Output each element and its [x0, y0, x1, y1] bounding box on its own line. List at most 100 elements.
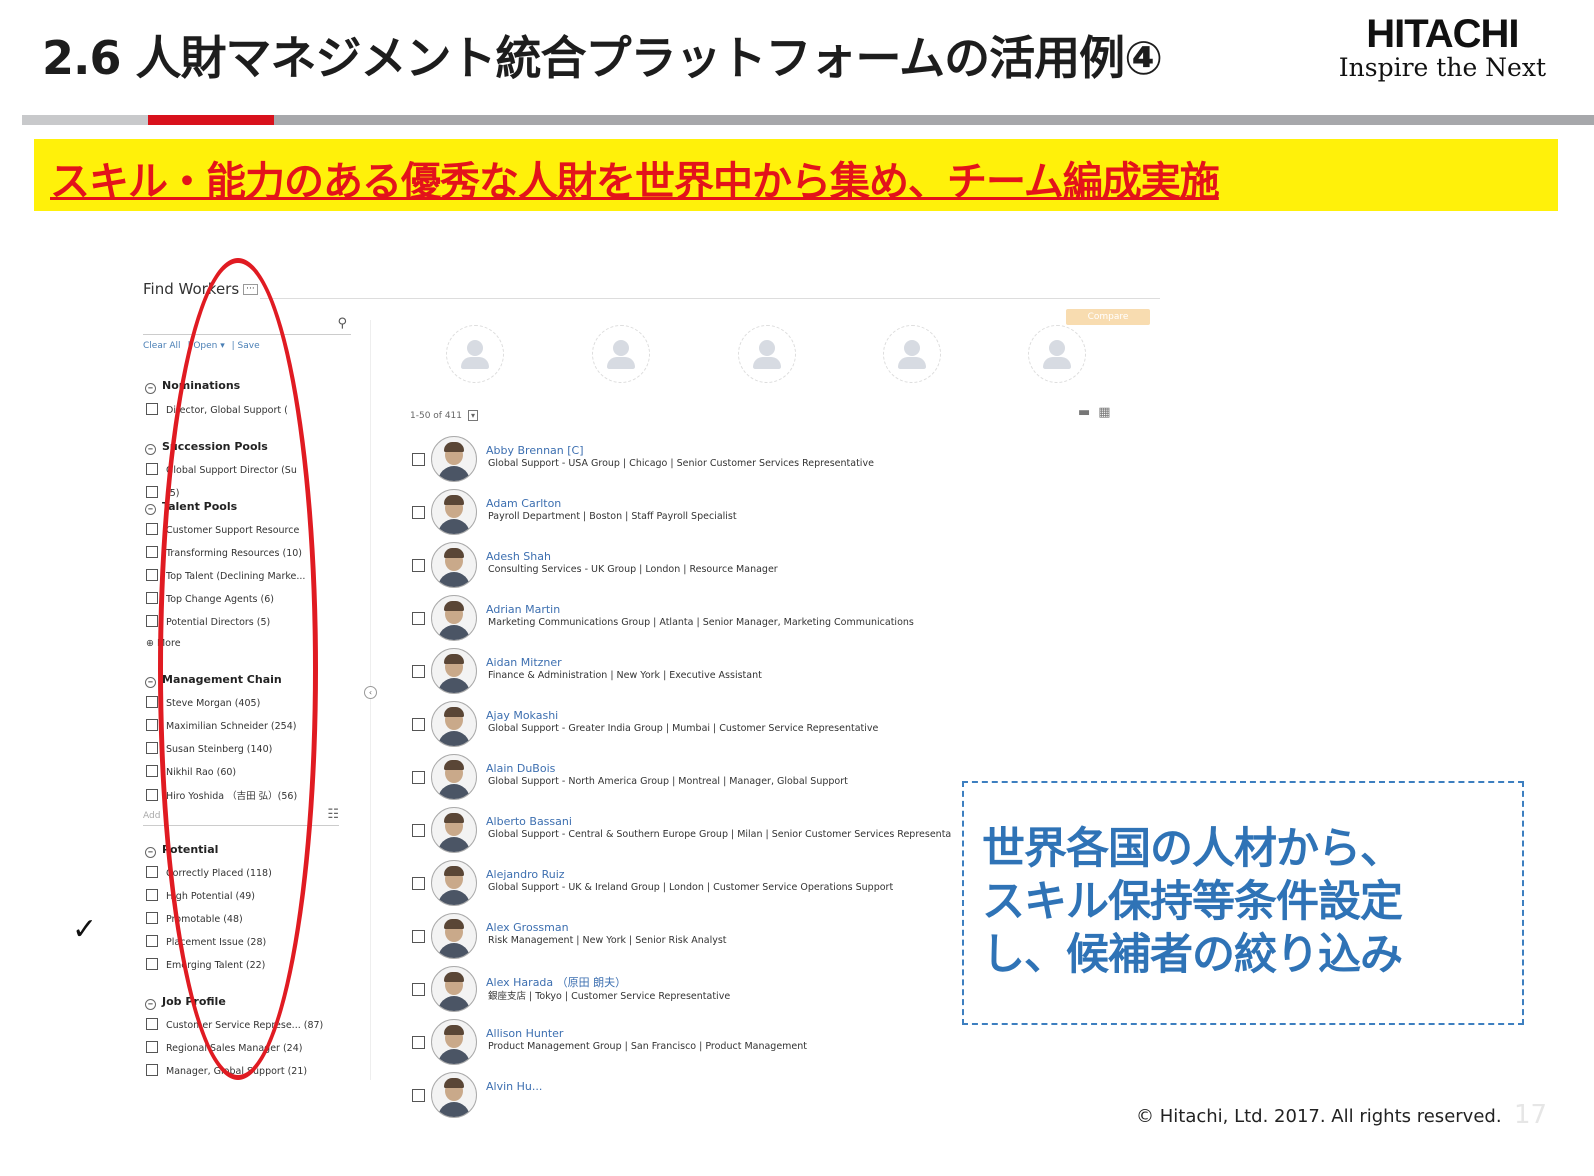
collapse-section-icon[interactable]: − [145, 677, 156, 688]
worker-detail: Marketing Communications Group | Atlanta… [488, 617, 914, 628]
filter-checkbox[interactable] [146, 486, 158, 498]
pager-text: 1-50 of 411 [410, 411, 463, 421]
worker-checkbox[interactable] [412, 1036, 425, 1049]
collapse-section-icon[interactable]: − [145, 999, 156, 1010]
worker-avatar[interactable] [431, 754, 477, 800]
worker-detail: Global Support - Central & Southern Euro… [488, 829, 952, 840]
avatar-part [444, 813, 464, 823]
worker-avatar[interactable] [431, 595, 477, 641]
collapse-section-icon[interactable]: − [145, 444, 156, 455]
filter-checkbox[interactable] [146, 719, 158, 731]
compare-slot[interactable] [592, 325, 650, 383]
worker-name-link[interactable]: Alberto Bassani [486, 815, 572, 828]
worker-checkbox[interactable] [412, 771, 425, 784]
worker-detail: Product Management Group | San Francisco… [488, 1041, 808, 1052]
filter-checkbox[interactable] [146, 463, 158, 475]
filter-checkbox[interactable] [146, 615, 158, 627]
worker-checkbox[interactable] [412, 718, 425, 731]
filter-checkbox[interactable] [146, 523, 158, 535]
compare-button[interactable]: Compare [1066, 309, 1150, 325]
filter-checkbox[interactable] [146, 569, 158, 581]
avatar-part [438, 466, 470, 481]
worker-name-link[interactable]: Alejandro Ruiz [486, 868, 565, 881]
worker-checkbox[interactable] [412, 612, 425, 625]
compare-slot[interactable] [738, 325, 796, 383]
worker-avatar[interactable] [431, 1072, 477, 1118]
filter-checkbox[interactable] [146, 958, 158, 970]
worker-avatar[interactable] [431, 966, 477, 1012]
filter-checkbox[interactable] [146, 592, 158, 604]
avatar-part [438, 837, 470, 852]
worker-avatar[interactable] [431, 913, 477, 959]
person-placeholder-body [1043, 357, 1071, 369]
person-placeholder-icon [759, 340, 775, 356]
worker-avatar[interactable] [431, 542, 477, 588]
search-icon[interactable]: ⚲ [337, 316, 347, 331]
worker-name-link[interactable]: Adesh Shah [486, 550, 551, 563]
compare-slot[interactable] [446, 325, 504, 383]
filter-checkbox[interactable] [146, 546, 158, 558]
filter-checkbox[interactable] [146, 789, 158, 801]
worker-avatar[interactable] [431, 1019, 477, 1065]
avatar-part [444, 972, 464, 982]
collapse-section-icon[interactable]: − [145, 504, 156, 515]
worker-detail: Risk Management | New York | Senior Risk… [488, 935, 727, 946]
callout-line: し、候補者の絞り込み [982, 930, 1403, 980]
worker-checkbox[interactable] [412, 930, 425, 943]
org-chart-icon[interactable]: ☷ [327, 807, 339, 822]
page-size-dropdown[interactable]: ▾ [468, 410, 479, 421]
filter-checkbox[interactable] [146, 889, 158, 901]
avatar-part [438, 678, 470, 693]
worker-detail: Global Support - USA Group | Chicago | S… [488, 458, 874, 469]
worker-name-link[interactable]: Adrian Martin [486, 603, 560, 616]
banner-text: スキル・能力のある優秀な人財を世界中から集め、チーム編成実施 [50, 159, 1220, 205]
filter-checkbox[interactable] [146, 403, 158, 415]
worker-name-link[interactable]: Allison Hunter [486, 1027, 563, 1040]
filter-checkbox[interactable] [146, 1041, 158, 1053]
worker-avatar[interactable] [431, 436, 477, 482]
worker-avatar[interactable] [431, 701, 477, 747]
filter-checkbox[interactable] [146, 765, 158, 777]
worker-name-link[interactable]: Alex Grossman [486, 921, 569, 934]
filter-checkbox[interactable] [146, 696, 158, 708]
clear-all-link[interactable]: Clear All [143, 341, 181, 351]
worker-name-link[interactable]: Aidan Mitzner [486, 656, 562, 669]
collapse-panel-icon[interactable]: ‹ [364, 686, 377, 699]
worker-avatar[interactable] [431, 860, 477, 906]
worker-checkbox[interactable] [412, 824, 425, 837]
worker-name-link[interactable]: Alain DuBois [486, 762, 555, 775]
person-placeholder-body [607, 357, 635, 369]
worker-checkbox[interactable] [412, 506, 425, 519]
filter-checkbox[interactable] [146, 1018, 158, 1030]
filter-checkbox[interactable] [146, 742, 158, 754]
worker-checkbox[interactable] [412, 877, 425, 890]
worker-checkbox[interactable] [412, 453, 425, 466]
collapse-section-icon[interactable]: − [145, 383, 156, 394]
worker-checkbox[interactable] [412, 1089, 425, 1102]
worker-checkbox[interactable] [412, 983, 425, 996]
worker-name-link[interactable]: Alvin Hu... [486, 1080, 542, 1093]
avatar-part [444, 866, 464, 876]
worker-avatar[interactable] [431, 489, 477, 535]
compare-slot[interactable] [1028, 325, 1086, 383]
worker-avatar[interactable] [431, 648, 477, 694]
worker-name-link[interactable]: Adam Carlton [486, 497, 561, 510]
filter-checkbox[interactable] [146, 912, 158, 924]
worker-name-link[interactable]: Abby Brennan [C] [486, 444, 584, 457]
worker-name-link[interactable]: Ajay Mokashi [486, 709, 558, 722]
worker-checkbox[interactable] [412, 559, 425, 572]
avatar-part [444, 601, 464, 611]
callout-line: 世界各国の人材から、 [982, 824, 1403, 874]
avatar-part [444, 442, 464, 452]
avatar-part [438, 1102, 470, 1117]
filter-checkbox[interactable] [146, 1064, 158, 1076]
collapse-section-icon[interactable]: − [145, 847, 156, 858]
compare-slot[interactable] [883, 325, 941, 383]
worker-detail: Consulting Services - UK Group | London … [488, 564, 778, 575]
card-view-icon[interactable]: ▬ [1078, 405, 1098, 420]
filter-checkbox[interactable] [146, 866, 158, 878]
worker-avatar[interactable] [431, 807, 477, 853]
filter-checkbox[interactable] [146, 935, 158, 947]
worker-checkbox[interactable] [412, 665, 425, 678]
list-view-icon[interactable]: ▦ [1098, 405, 1118, 420]
